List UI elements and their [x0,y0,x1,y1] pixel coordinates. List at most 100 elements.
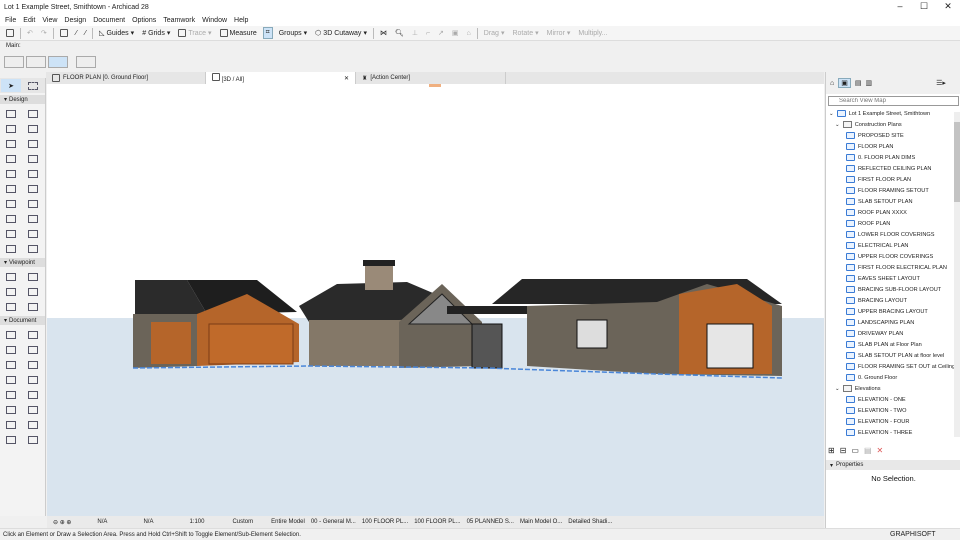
tree-view-item[interactable]: UPPER BRACING LAYOUT [826,306,960,317]
fillet-button[interactable]: ⌐ [424,29,432,38]
tree-project[interactable]: ⌄ Lot 1 Example Street, Smithtown [826,108,960,119]
find-select-button[interactable] [58,28,70,38]
home-button[interactable] [4,28,16,38]
tool-button[interactable] [1,227,21,240]
zoom-buttons[interactable]: ⊖ ⊕ ⊕ [53,519,71,526]
element-button[interactable] [26,56,46,68]
guides-button[interactable]: ◺ Guides ▾ [97,28,136,38]
tool-button[interactable] [23,300,43,313]
tool-button[interactable] [1,242,21,255]
menu-file[interactable]: File [5,17,16,24]
tool-button[interactable] [1,418,21,431]
window[interactable] [576,319,608,349]
view-map-button[interactable]: ▣ [838,78,851,88]
tree-view-item[interactable]: SLAB SETOUT PLAN [826,196,960,207]
scale-select[interactable]: 1:100 [189,519,204,525]
close-tab-icon[interactable]: ✕ [344,75,349,82]
tree-view-item[interactable]: LANDSCAPING PLAN [826,317,960,328]
graphic-override-select[interactable]: 100 FLOOR PL... [362,519,408,525]
tree-view-item[interactable]: FIRST FLOOR ELECTRICAL PLAN [826,262,960,273]
garage-door-left[interactable] [151,322,191,364]
splitter-handle[interactable] [429,84,441,87]
minimize-button[interactable]: – [888,1,912,11]
tool-button[interactable] [1,107,21,120]
tool-button[interactable] [23,328,43,341]
adjust-button[interactable]: ⊥ [410,28,420,38]
tool-button[interactable] [1,343,21,356]
tool-button[interactable] [1,197,21,210]
chevron-down-icon[interactable]: ⌄ [835,386,840,392]
viewbar-angle2[interactable]: N/A [143,519,153,525]
save-view-button[interactable]: ⊟ [840,446,847,455]
tree-view-item[interactable]: FLOOR FRAMING SET OUT at Ceiling [826,361,960,372]
menu-window[interactable]: Window [202,17,227,24]
tool-button[interactable] [1,152,21,165]
tool-button[interactable] [1,373,21,386]
porch-roof[interactable] [447,306,537,314]
rotate-button[interactable]: Rotate ▾ [510,28,540,38]
tool-button[interactable] [1,182,21,195]
chevron-down-icon[interactable]: ⌄ [829,111,834,117]
tool-button[interactable] [23,373,43,386]
drag-button[interactable]: Drag ▾ [482,28,507,38]
undo-button[interactable]: ↶ [25,28,35,38]
tool-button[interactable] [1,167,21,180]
tool-button[interactable] [23,242,43,255]
pick-up-button[interactable]: ⁄ [74,29,79,38]
tool-button[interactable] [1,388,21,401]
tool-button[interactable] [23,418,43,431]
measure-button[interactable]: Measure [218,28,259,38]
tool-button[interactable] [23,152,43,165]
tree-view-item[interactable]: FIRST FLOOR PLAN [826,174,960,185]
tree-folder[interactable]: ⌄ Elevations [826,383,960,394]
inject-button[interactable]: ⁄ [83,29,88,38]
tool-button[interactable] [1,358,21,371]
tab-floor-plan[interactable]: FLOOR PLAN [0. Ground Floor] [46,72,206,84]
tool-button[interactable] [1,285,21,298]
tool-button[interactable] [1,328,21,341]
tree-view-item[interactable]: ELEVATION - FOUR [826,416,960,427]
offset-button[interactable]: ↗ [436,28,446,38]
settings-button[interactable]: ▤ [864,446,872,455]
tab-action-center[interactable]: ♜ [Action Center] [356,72,506,84]
section-viewpoint[interactable]: ▾ Viewpoint [0,258,45,267]
tree-view-item[interactable]: SLAB PLAN at Floor Plan [826,339,960,350]
layer-button[interactable] [4,56,24,68]
redo-button[interactable]: ↷ [39,28,49,38]
model-options-select[interactable]: Main Model O... [520,519,562,525]
groups-button[interactable]: Groups ▾ [277,28,309,38]
tree-view-item[interactable]: SLAB SETOUT PLAN at floor level [826,350,960,361]
tool-button[interactable] [23,433,43,446]
marquee-button[interactable] [48,56,68,68]
window[interactable] [706,323,754,369]
navigator-menu-button[interactable]: ☰▸ [936,79,946,87]
menu-design[interactable]: Design [64,17,86,24]
close-button[interactable]: ✕ [936,1,960,12]
3d-model-view[interactable] [47,84,824,516]
multiply-button[interactable]: Multiply... [576,29,609,38]
menu-teamwork[interactable]: Teamwork [163,17,195,24]
tool-button[interactable] [23,167,43,180]
publisher-button[interactable]: ▥ [865,79,872,87]
tree-view-item[interactable]: DRIVEWAY PLAN [826,328,960,339]
new-folder-button[interactable]: ▭ [851,446,859,455]
tree-view-item[interactable]: EAVES SHEET LAYOUT [826,273,960,284]
search-view-map-input[interactable] [828,96,959,106]
tool-button[interactable] [23,107,43,120]
tree-view-item[interactable]: ELEVATION - THREE [826,427,960,438]
tree-view-item[interactable]: PROPOSED SITE [826,130,960,141]
menu-help[interactable]: Help [234,17,248,24]
tree-view-item[interactable]: ROOF PLAN XXXX [826,207,960,218]
tool-button[interactable] [23,358,43,371]
tree-view-item[interactable]: ELEVATION - ONE [826,394,960,405]
tool-button[interactable] [23,285,43,298]
viewbar-angle[interactable]: N/A [97,519,107,525]
tree-folder[interactable]: ⌄ Construction Plans [826,119,960,130]
menu-document[interactable]: Document [93,17,125,24]
tool-button[interactable] [23,197,43,210]
split-button[interactable]: ⋈ [378,28,389,38]
properties-header[interactable]: ▾ Properties [826,460,960,470]
arrow-select-button[interactable] [76,56,96,68]
renovation-filter-select[interactable]: 05 PLANNED S... [467,519,514,525]
tool-button[interactable] [1,137,21,150]
